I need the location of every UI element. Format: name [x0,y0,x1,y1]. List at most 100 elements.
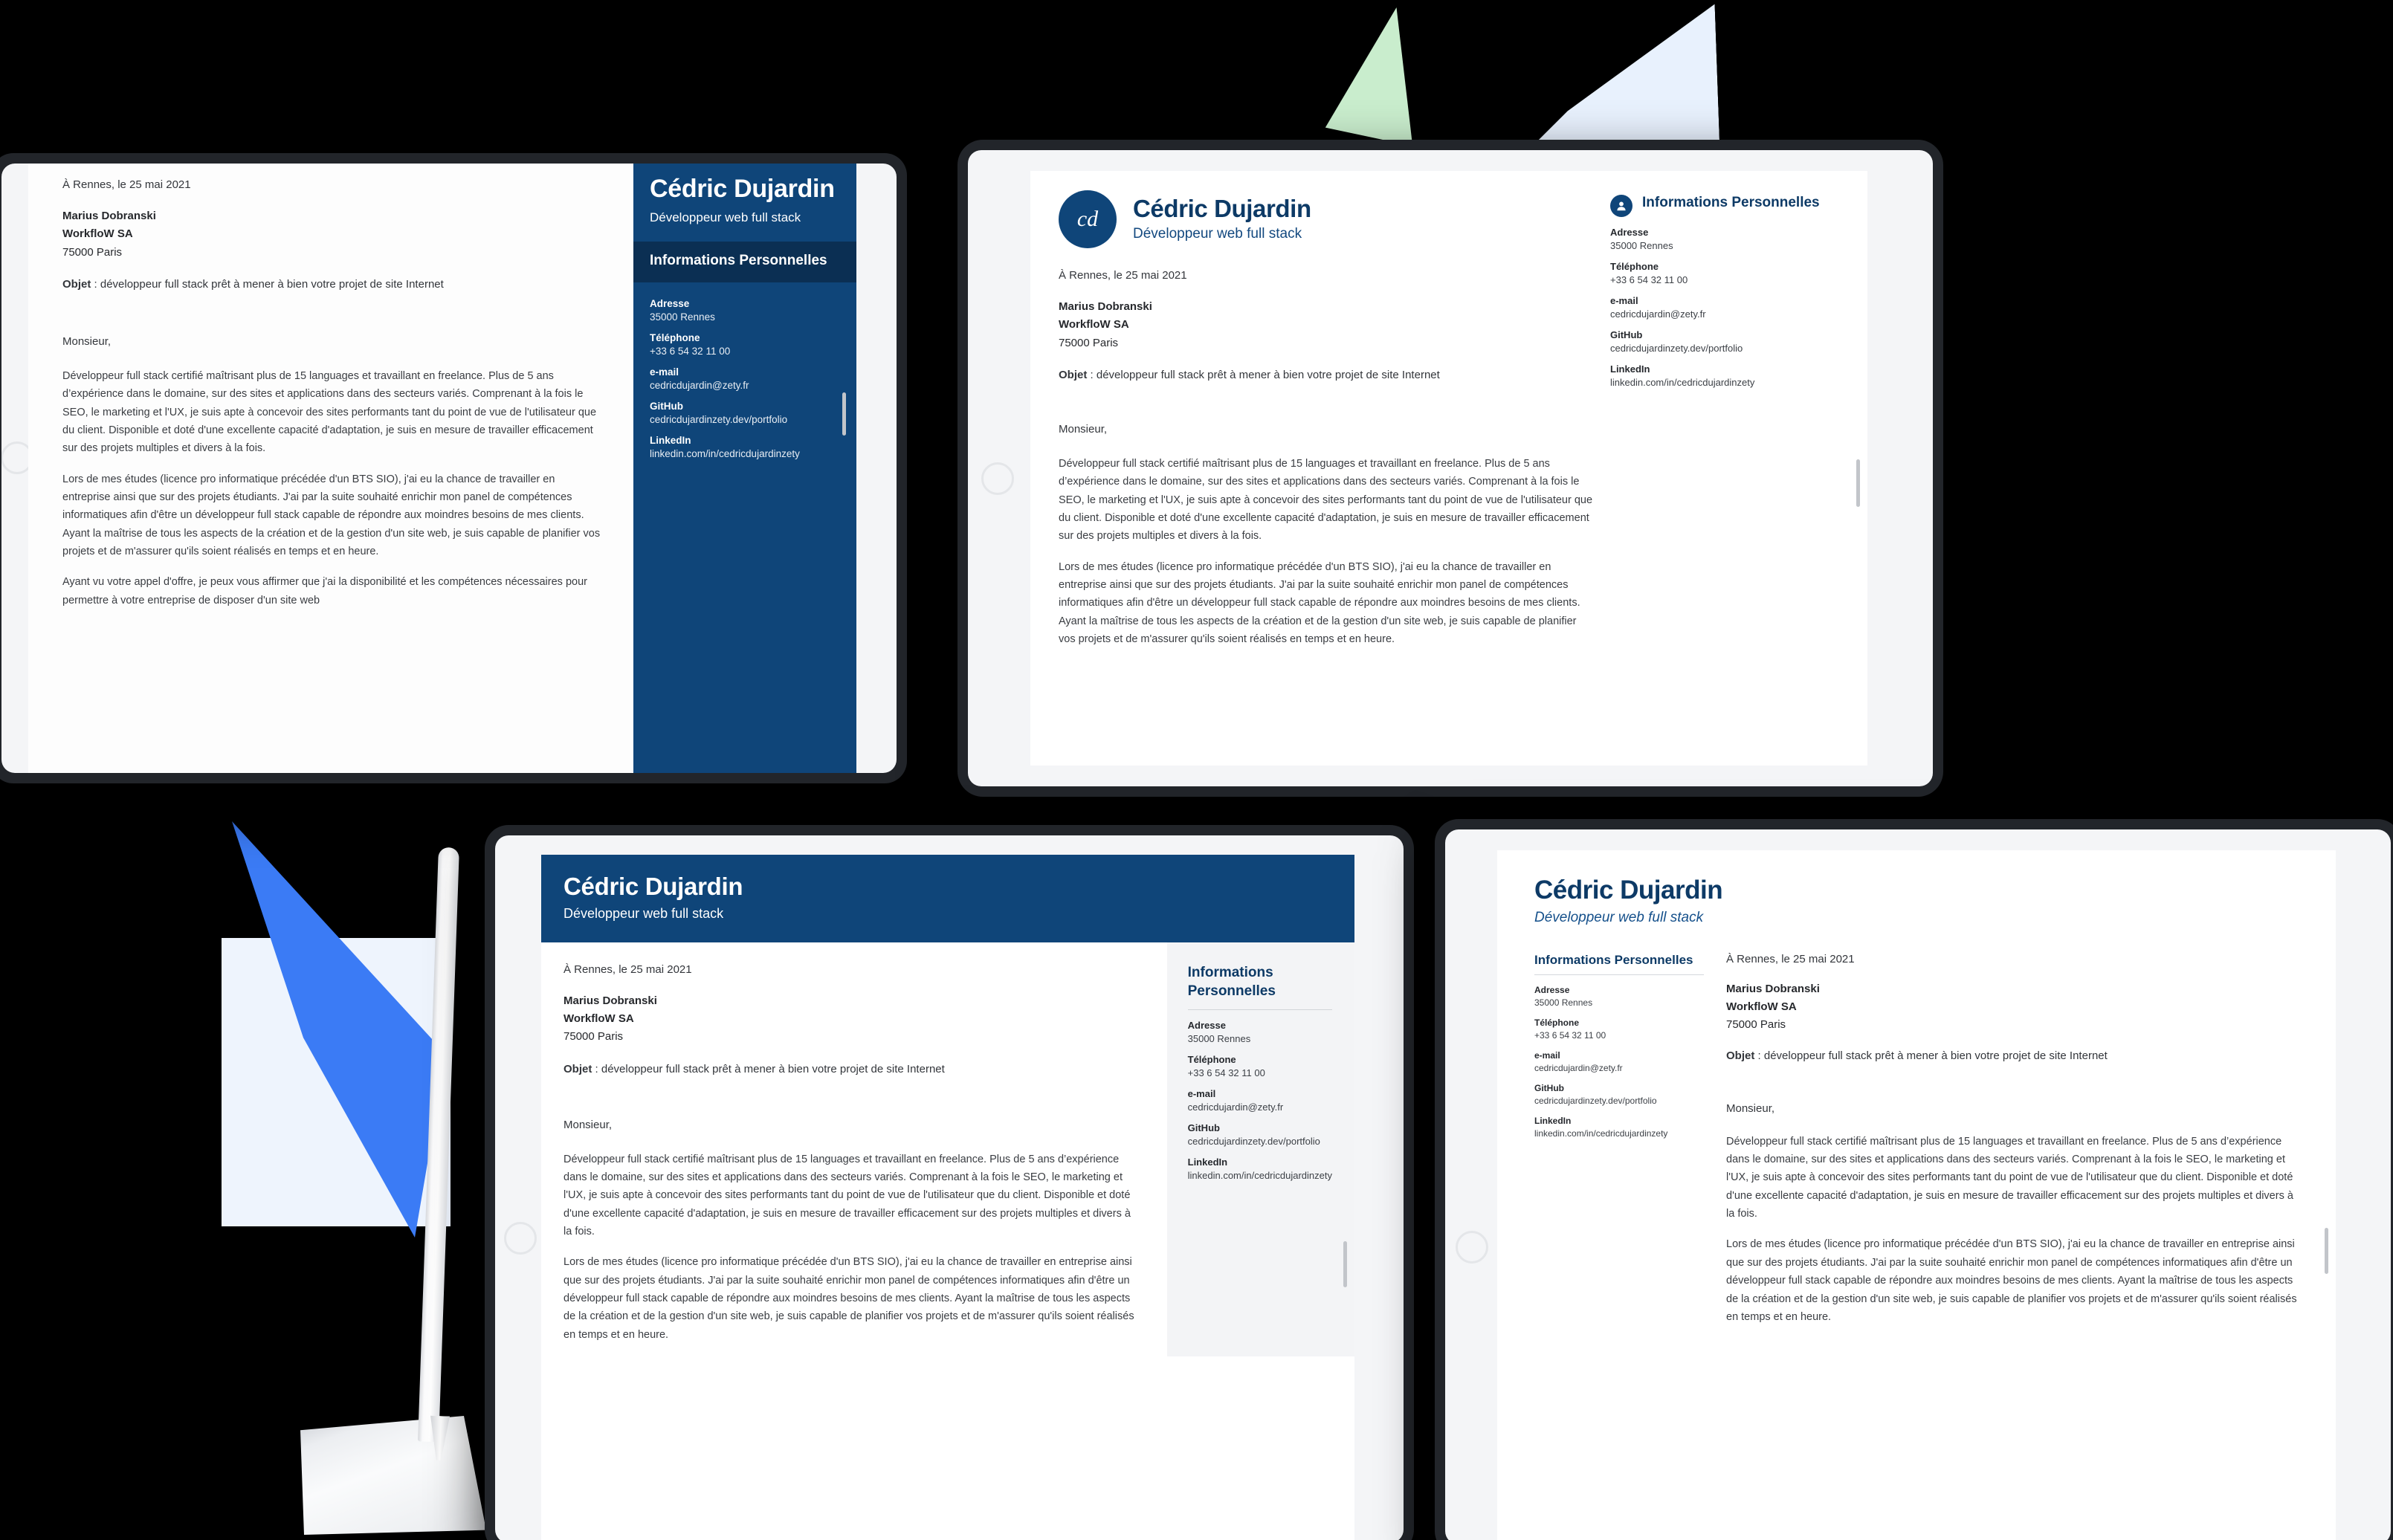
recipient-city: 75000 Paris [62,245,123,259]
scrollbar-thumb[interactable] [2325,1228,2328,1274]
tablet-1-bezel: À Rennes, le 25 mai 2021 Marius Dobransk… [1,164,897,773]
home-button-icon[interactable] [504,1222,537,1255]
home-button-icon[interactable] [1456,1231,1488,1264]
letter-paragraph-2: Lors de mes études (licence pro informat… [1726,1238,2297,1323]
personal-info-heading: Informations Personnelles [1642,195,1820,210]
letter-body-3: À Rennes, le 25 mai 2021 Marius Dobransk… [541,942,1167,1356]
info-label: Téléphone [1187,1053,1236,1065]
tablet-1-screen[interactable]: À Rennes, le 25 mai 2021 Marius Dobransk… [28,164,856,773]
letter-date: À Rennes, le 25 mai 2021 [563,962,692,976]
tablet-2-bezel: cd Cédric Dujardin Développeur web full … [968,150,1933,786]
person-name: Cédric Dujardin [1534,876,1723,905]
scrollbar-thumb[interactable] [842,392,846,436]
objet-label: Objet [62,277,91,291]
info-value: cedricdujardin@zety.fr [1610,308,1706,320]
person-title: Développeur web full stack [650,210,801,224]
person-name: Cédric Dujardin [563,873,743,900]
info-value: 35000 Rennes [1187,1032,1251,1044]
letter-paragraph-1: Développeur full stack certifié maîtrisa… [1059,457,1593,543]
home-button-icon[interactable] [981,462,1014,495]
info-label: GitHub [1187,1122,1220,1133]
objet-sep: : [592,1062,601,1075]
objet-sep: : [91,277,100,291]
salutation: Monsieur, [1059,422,1108,436]
info-value: cedricdujardinzety.dev/portfolio [1534,1095,1657,1106]
info-label: e-mail [650,366,679,378]
info-label: Téléphone [1610,261,1659,272]
avatar-monogram: cd [1076,207,1099,231]
info-label: LinkedIn [1534,1115,1572,1126]
personal-info-panel-4: Informations Personnelles Adresse 35000 … [1534,953,1704,1339]
person-name: Cédric Dujardin [650,175,835,203]
blue-sidebar-1: Cédric Dujardin Développeur web full sta… [633,164,856,773]
scrollbar-thumb[interactable] [1343,1241,1347,1287]
scrollbar-thumb[interactable] [1856,459,1860,507]
recipient-company: WorkfloW SA [563,1012,634,1025]
info-value: cedricdujardin@zety.fr [1534,1062,1623,1073]
personal-info-panel-2: Informations Personnelles Adresse 35000 … [1610,190,1833,661]
person-title: Développeur web full stack [1534,909,1704,925]
recipient-name: Marius Dobranski [62,210,156,222]
personal-info-list-1: Adresse 35000 Rennes Téléphone +33 6 54 … [633,282,856,474]
person-title: Développeur web full stack [563,905,724,921]
pale-blue-polygon-shape [1522,4,1719,152]
tablet-4-screen[interactable]: Cédric Dujardin Développeur web full sta… [1497,850,2336,1540]
person-name: Cédric Dujardin [1133,195,1311,223]
objet-text: développeur full stack prêt à mener à bi… [1763,1049,2108,1062]
objet-label: Objet [1059,368,1088,381]
recipient-city: 75000 Paris [1726,1018,1786,1032]
objet-sep: : [1087,368,1097,381]
info-value: +33 6 54 32 11 00 [650,346,731,358]
info-value: 35000 Rennes [1534,997,1593,1008]
recipient-company: WorkfloW SA [1059,318,1129,331]
info-value: +33 6 54 32 11 00 [1187,1067,1265,1078]
info-label: Téléphone [1534,1017,1580,1028]
info-label: LinkedIn [1610,363,1650,375]
info-value: cedricdujardinzety.dev/portfolio [1610,343,1743,354]
tablet-device-4: Cédric Dujardin Développeur web full sta… [1435,819,2393,1540]
objet-sep: : [1754,1049,1764,1062]
tablet-device-1: À Rennes, le 25 mai 2021 Marius Dobransk… [0,153,907,783]
info-value: +33 6 54 32 11 00 [1610,274,1688,285]
personal-info-heading: Informations Personnelles [633,242,856,283]
info-label: Adresse [650,298,690,310]
info-label: GitHub [650,401,683,412]
recipient-city: 75000 Paris [1059,336,1119,349]
info-label: e-mail [1187,1087,1216,1099]
letter-paragraph-2: Lors de mes études (licence pro informat… [563,1256,1134,1341]
blue-header-banner: Cédric Dujardin Développeur web full sta… [541,855,1354,942]
divider [1534,974,1704,975]
avatar: cd [1059,190,1117,248]
salutation: Monsieur, [62,334,112,348]
tablet-2-screen[interactable]: cd Cédric Dujardin Développeur web full … [1030,171,1867,766]
info-label: LinkedIn [650,435,691,447]
notebook-prop [300,1416,486,1535]
info-label: GitHub [1534,1082,1564,1093]
info-label: LinkedIn [1187,1156,1228,1168]
letter-paragraph-2: Lors de mes études (licence pro informat… [62,473,601,558]
info-label: GitHub [1610,329,1643,340]
info-value: linkedin.com/in/cedricdujardinzety [650,448,800,460]
personal-info-heading: Informations Personnelles [1534,952,1693,967]
recipient-name: Marius Dobranski [563,994,657,1007]
info-value: 35000 Rennes [650,311,715,323]
info-value: cedricdujardinzety.dev/portfolio [1187,1135,1320,1147]
mockup-stage: À Rennes, le 25 mai 2021 Marius Dobransk… [0,0,2393,1540]
letter-body-4: À Rennes, le 25 mai 2021 Marius Dobransk… [1726,953,2303,1339]
tablet-device-2: cd Cédric Dujardin Développeur web full … [957,140,1943,797]
tablet-3-screen[interactable]: Cédric Dujardin Développeur web full sta… [541,855,1354,1540]
recipient-name: Marius Dobranski [1726,982,1820,995]
info-value: +33 6 54 32 11 00 [1534,1029,1606,1041]
person-icon [1610,195,1633,217]
letter-paragraph-1: Développeur full stack certifié maîtrisa… [62,369,597,455]
objet-label: Objet [563,1062,592,1075]
recipient-city: 75000 Paris [563,1030,624,1044]
tablet-device-3: Cédric Dujardin Développeur web full sta… [485,825,1414,1540]
green-triangle-shape [1325,0,1441,146]
letter-body-1: À Rennes, le 25 mai 2021 Marius Dobransk… [28,164,633,773]
letter-date: À Rennes, le 25 mai 2021 [1726,952,1855,965]
recipient-name: Marius Dobranski [1059,300,1152,313]
info-value: linkedin.com/in/cedricdujardinzety [1534,1128,1668,1139]
info-label: e-mail [1534,1049,1560,1061]
info-value: cedricdujardinzety.dev/portfolio [650,414,788,426]
